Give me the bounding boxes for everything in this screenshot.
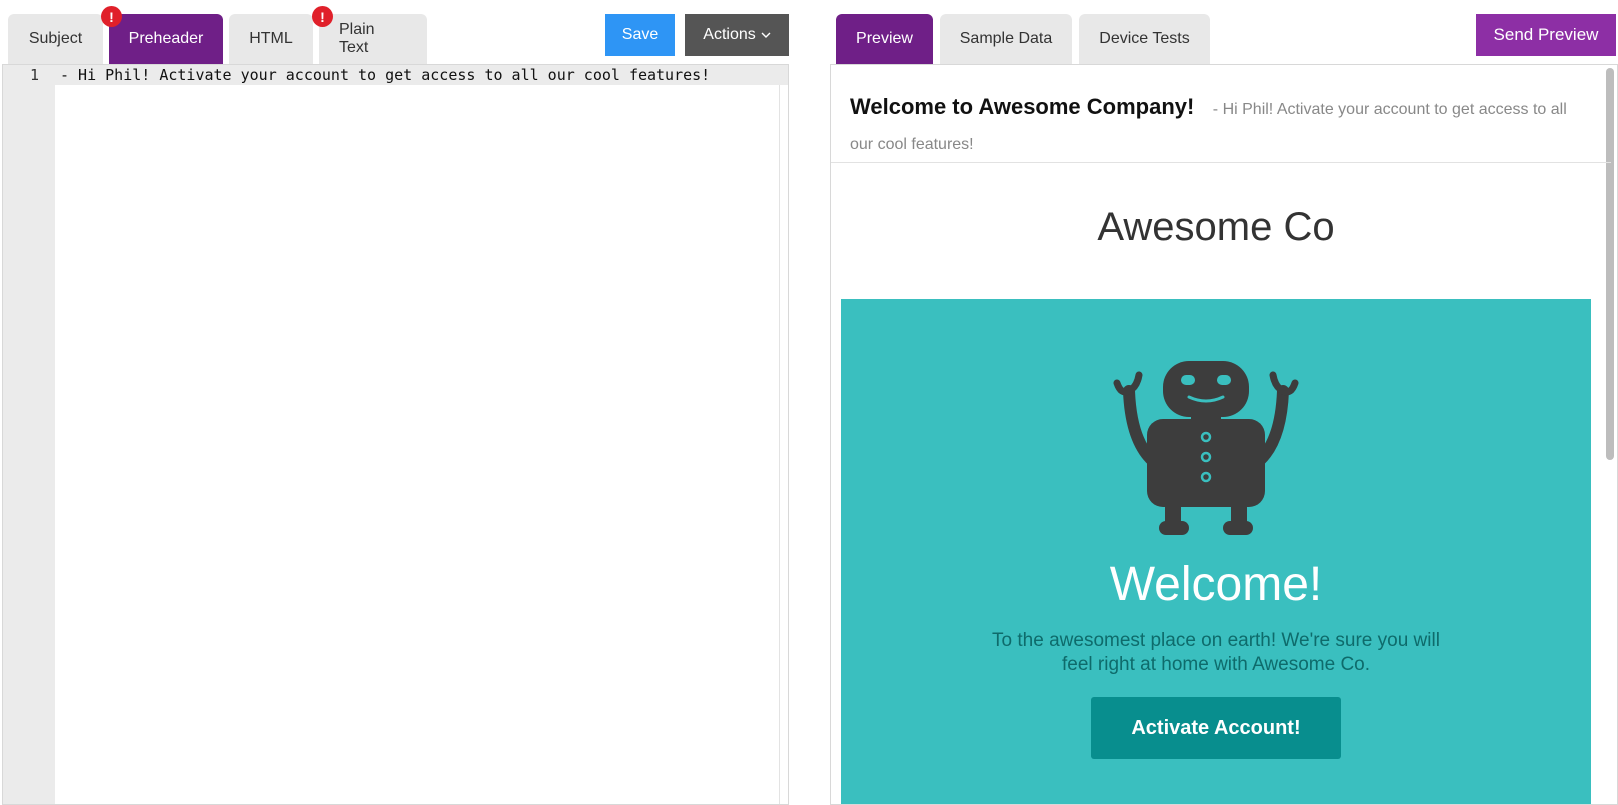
preview-tabs: Preview Sample Data Device Tests [836,14,1210,64]
tab-html-label: HTML [249,30,293,47]
divider [831,162,1611,163]
code-line[interactable]: - Hi Phil! Activate your account to get … [60,66,710,84]
email-preview: Welcome to Awesome Company! - Hi Phil! A… [830,64,1618,805]
welcome-heading: Welcome! [1109,558,1323,611]
tab-html[interactable]: HTML [229,14,313,64]
robot-icon [1101,361,1311,541]
brand-name: Awesome Co [1097,205,1335,249]
preview-scrollbar[interactable] [1606,68,1614,460]
actions-dropdown-button[interactable]: Actions [685,14,789,56]
welcome-body-text: To the awesomest place on earth! We're s… [992,630,1440,675]
tab-preview-label: Preview [856,30,913,47]
tab-preheader[interactable]: ! Preheader [101,6,223,64]
line-gutter [3,65,55,804]
code-editor[interactable]: 1 - Hi Phil! Activate your account to ge… [2,64,789,805]
tab-subject-label: Subject [28,30,83,47]
print-margin [779,85,780,804]
chevron-down-icon [761,31,771,42]
tab-subject[interactable]: Subject [8,14,103,64]
error-badge-icon: ! [312,6,333,27]
hero-section: Welcome! To the awesomest place on earth… [841,299,1591,804]
tab-device-tests-label: Device Tests [1099,30,1190,47]
preview-panel: Preview Sample Data Device Tests Send Pr… [830,0,1618,805]
editor-tabs: Subject ! Preheader HTML ! Plain Text [8,6,427,64]
tab-preview[interactable]: Preview [836,14,933,64]
editor-panel: Subject ! Preheader HTML ! Plain Text Sa… [0,0,790,805]
send-preview-label: Send Preview [1493,25,1599,44]
save-button-label: Save [621,26,659,43]
save-button[interactable]: Save [605,14,675,56]
tab-preheader-label: Preheader [128,30,204,47]
email-subject: Welcome to Awesome Company! [850,94,1195,119]
tab-device-tests[interactable]: Device Tests [1079,14,1210,64]
send-preview-button[interactable]: Send Preview [1476,14,1616,56]
tab-sample-data-label: Sample Data [959,30,1053,47]
activate-account-button[interactable]: Activate Account! [1091,697,1341,759]
tab-sample-data[interactable]: Sample Data [940,14,1072,64]
tab-plain-text-label: Plain Text [339,21,375,56]
actions-button-label: Actions [703,26,756,43]
tab-plain-text[interactable]: ! Plain Text [312,6,427,64]
activate-account-label: Activate Account! [1131,716,1301,739]
line-number: 1 [29,66,39,84]
error-badge-icon: ! [101,6,122,27]
inbox-preview-line: Welcome to Awesome Company! - Hi Phil! A… [850,89,1580,162]
